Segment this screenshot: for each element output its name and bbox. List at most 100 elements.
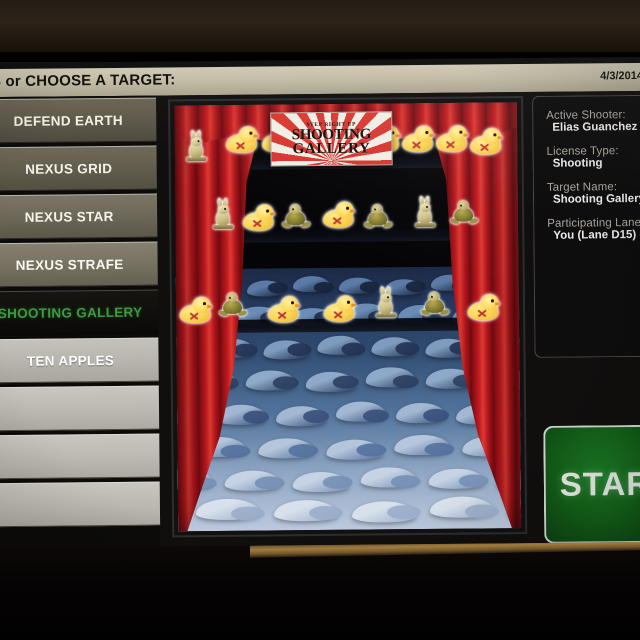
page-title: RS or CHOOSE A TARGET: — [0, 71, 176, 91]
wave-trough — [424, 442, 455, 457]
duck-target[interactable] — [468, 294, 501, 321]
room-wall — [0, 0, 640, 62]
target-turtle[interactable] — [218, 292, 248, 318]
info-field: Active Shooter: Elias Guanchez — [546, 109, 640, 134]
shooting-gallery-stage[interactable]: STEP RIGHT UP SHOOTING GALLERY — [174, 102, 522, 532]
target-rabbit[interactable] — [415, 195, 436, 228]
target-duck[interactable] — [323, 201, 356, 228]
turtle-eye — [228, 296, 231, 299]
target-turtle[interactable] — [420, 291, 450, 317]
sidebar-item-ten-apples[interactable]: TEN APPLES — [0, 337, 159, 384]
duck-eye — [459, 130, 463, 134]
sidebar-item-shooting-gallery[interactable]: SHOOTING GALLERY — [0, 289, 159, 336]
sidebar-item-label — [0, 408, 159, 410]
sidebar-item-label — [0, 504, 160, 506]
wave-trough — [422, 408, 450, 423]
wave-trough — [267, 282, 288, 294]
duck-target[interactable] — [268, 296, 301, 323]
rabbit-base — [186, 157, 207, 162]
turtle-eye — [430, 295, 433, 298]
start-button[interactable]: STAR — [543, 424, 640, 544]
rabbit-head — [218, 204, 229, 214]
duck-eye — [491, 299, 495, 302]
duck-target[interactable] — [324, 295, 357, 322]
wave-trough — [458, 473, 490, 488]
target-duck[interactable] — [436, 125, 469, 152]
turtle-target[interactable] — [218, 292, 248, 318]
target-rabbit[interactable] — [213, 197, 234, 230]
duck-target[interactable] — [436, 125, 469, 152]
sidebar-item-label: NEXUS STAR — [24, 208, 114, 225]
duck-mark — [411, 140, 420, 149]
wave-trough — [233, 343, 258, 357]
target-duck[interactable] — [268, 296, 301, 323]
target-turtle[interactable] — [449, 200, 479, 225]
duck-target[interactable] — [226, 126, 259, 153]
rabbit-head — [380, 293, 392, 303]
duck-target[interactable] — [243, 204, 276, 231]
turtle-target[interactable] — [420, 291, 450, 317]
target-duck[interactable] — [243, 204, 276, 231]
duck-eye — [203, 302, 207, 305]
sidebar-item-nexus-star[interactable]: NEXUS STAR — [0, 193, 158, 240]
duck-mark — [235, 141, 244, 150]
duck-mark — [477, 308, 486, 317]
sidebar-item-nexus-strafe[interactable]: NEXUS STRAFE — [0, 241, 158, 288]
duck-target[interactable] — [180, 297, 213, 324]
wave-trough — [392, 374, 420, 389]
wave-trough — [220, 444, 251, 458]
duck-mark — [252, 219, 261, 228]
wave-trough — [288, 443, 319, 458]
info-field-value: Shooting Gallery — [552, 192, 640, 206]
target-duck[interactable] — [468, 294, 501, 321]
right-column: Active Shooter: Elias Guanchez License Typ… — [532, 94, 640, 544]
wave-trough — [356, 442, 387, 457]
turtle-eye — [460, 204, 463, 207]
rabbit-target[interactable] — [415, 195, 436, 228]
shooting-gallery-banner: STEP RIGHT UP SHOOTING GALLERY — [270, 111, 393, 167]
target-duck[interactable] — [470, 128, 503, 155]
rabbit-head — [191, 137, 202, 147]
wave-trough — [362, 408, 390, 423]
game-preview-frame[interactable]: STEP RIGHT UP SHOOTING GALLERY — [168, 96, 528, 538]
turtle-target[interactable] — [449, 200, 479, 225]
info-field: Target Name: Shooting Gallery — [547, 181, 640, 206]
sidebar-item-empty-7[interactable] — [0, 433, 160, 480]
turtle-target[interactable] — [281, 204, 311, 229]
duck-mark — [445, 140, 454, 149]
duck-target[interactable] — [470, 128, 503, 155]
rabbit-eye — [197, 140, 200, 142]
duck-mark — [333, 310, 342, 319]
rabbit-target[interactable] — [213, 197, 234, 230]
sidebar-item-empty-6[interactable] — [0, 385, 160, 432]
photo-background: RS or CHOOSE A TARGET: 4/3/2014 4: DEFEN… — [0, 0, 640, 640]
wave-trough — [322, 475, 354, 490]
rabbit-target[interactable] — [186, 129, 207, 162]
kiosk-screen: RS or CHOOSE A TARGET: 4/3/2014 4: DEFEN… — [0, 56, 640, 549]
duck-mark — [277, 310, 286, 319]
target-turtle[interactable] — [281, 204, 311, 229]
info-field-value: Shooting — [552, 157, 603, 170]
target-rabbit[interactable] — [376, 286, 397, 318]
duck-eye — [425, 130, 429, 134]
wave-trough — [341, 342, 366, 356]
target-duck[interactable] — [324, 295, 357, 322]
sidebar-item-empty-8[interactable] — [0, 481, 161, 528]
sidebar-item-label: SHOOTING GALLERY — [0, 304, 143, 321]
sidebar-item-nexus-grid[interactable]: NEXUS GRID — [0, 145, 157, 192]
target-rabbit[interactable] — [186, 129, 207, 162]
target-duck[interactable] — [226, 126, 259, 153]
duck-target[interactable] — [323, 201, 356, 228]
target-duck[interactable] — [180, 297, 213, 324]
target-turtle[interactable] — [363, 204, 393, 229]
turtle-target[interactable] — [363, 204, 393, 229]
target-duck[interactable] — [402, 125, 435, 153]
clock-display: 4/3/2014 4: — [600, 69, 640, 83]
wave-trough — [287, 343, 312, 356]
duck-target[interactable] — [402, 125, 435, 153]
sidebar-item-defend-earth[interactable]: DEFEND EARTH — [0, 97, 157, 144]
rabbit-target[interactable] — [376, 286, 397, 318]
screen-body: DEFEND EARTH NEXUS GRID NEXUS STAR NEXUS ST… — [0, 90, 640, 549]
session-info-panel: Active Shooter: Elias Guanchez License Typ… — [532, 94, 640, 358]
duck-mark — [332, 216, 341, 225]
